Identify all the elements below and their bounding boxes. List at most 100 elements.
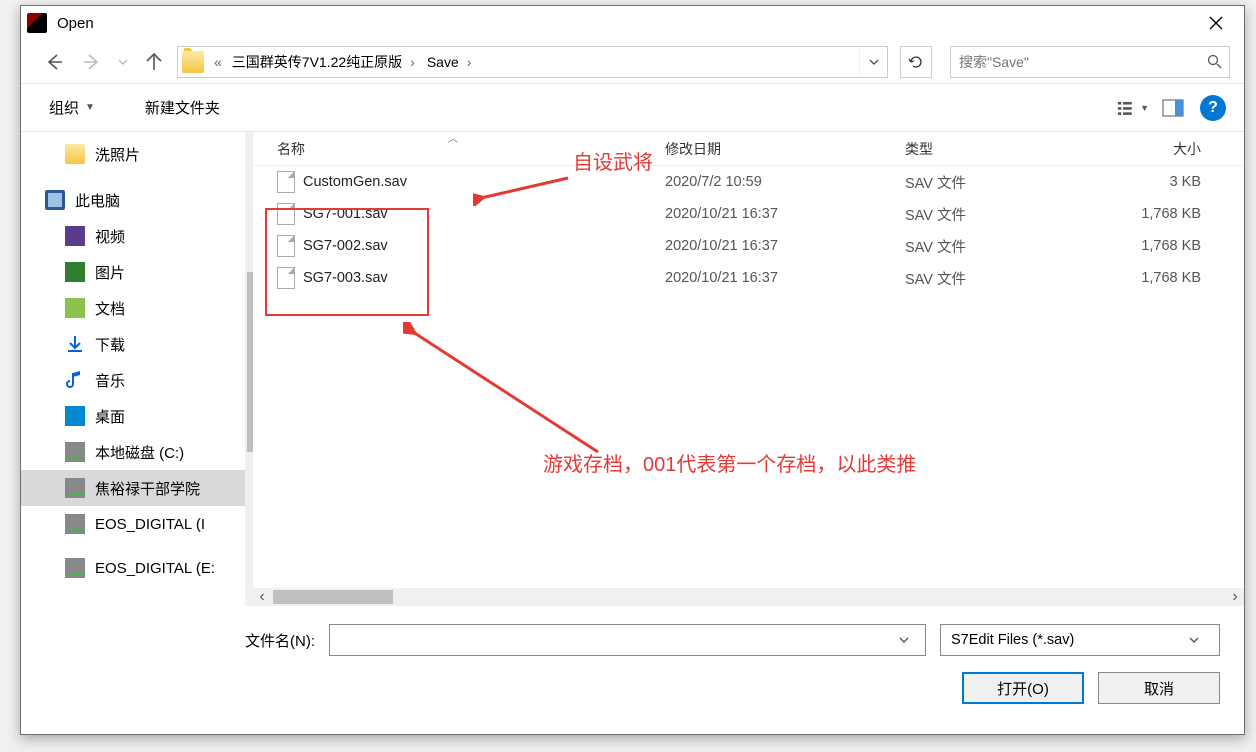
- file-row[interactable]: SG7-001.sav2020/10/21 16:37SAV 文件1,768 K…: [253, 198, 1244, 230]
- help-icon: ?: [1208, 99, 1218, 117]
- close-icon: [1209, 16, 1223, 30]
- preview-pane-icon: [1162, 99, 1184, 117]
- tree-item[interactable]: 本地磁盘 (C:): [21, 434, 252, 470]
- desktop-icon: [65, 406, 85, 426]
- close-button[interactable]: [1193, 8, 1238, 38]
- arrow-left-icon: [45, 53, 63, 71]
- filename-combo[interactable]: [329, 624, 926, 656]
- titlebar: Open: [21, 6, 1244, 40]
- breadcrumb-0[interactable]: 三国群英传7V1.22纯正原版›: [226, 47, 421, 77]
- chevron-down-icon: [869, 57, 879, 67]
- search-input[interactable]: [951, 54, 1199, 70]
- tree-item[interactable]: 文档: [21, 290, 252, 326]
- file-icon: [277, 235, 295, 257]
- chevron-down-icon: [1189, 635, 1209, 645]
- bottom-panel: 文件名(N): S7Edit Files (*.sav) 打开(O) 取消: [21, 606, 1244, 720]
- col-name[interactable]: ︿名称: [253, 132, 653, 165]
- nav-tree: 洗照片 此电脑 视频 图片 文档 下载 音乐 桌面 本地磁盘 (C:) 焦裕禄干…: [21, 132, 253, 606]
- chevron-down-icon: ▼: [85, 102, 95, 113]
- tree-item[interactable]: EOS_DIGITAL (I: [21, 506, 252, 542]
- file-date: 2020/10/21 16:37: [653, 206, 893, 222]
- address-bar[interactable]: « 三国群英传7V1.22纯正原版› Save›: [177, 46, 888, 78]
- cancel-button[interactable]: 取消: [1098, 672, 1220, 704]
- view-options-button[interactable]: ▼: [1116, 93, 1150, 123]
- video-icon: [65, 226, 85, 246]
- breadcrumb-1[interactable]: Save›: [421, 47, 478, 77]
- open-button[interactable]: 打开(O): [962, 672, 1084, 704]
- file-row[interactable]: CustomGen.sav2020/7/2 10:59SAV 文件3 KB: [253, 166, 1244, 198]
- chevron-down-icon: [118, 57, 128, 67]
- file-icon: [277, 203, 295, 225]
- history-dropdown[interactable]: [115, 47, 131, 77]
- forward-button[interactable]: [77, 47, 107, 77]
- help-button[interactable]: ?: [1200, 95, 1226, 121]
- file-type: SAV 文件: [893, 268, 1083, 289]
- folder-icon: [65, 144, 85, 164]
- filename-input[interactable]: [336, 632, 899, 648]
- chevron-down-icon[interactable]: [899, 635, 919, 645]
- annotation-text-2: 游戏存档，001代表第一个存档，以此类推: [543, 448, 916, 477]
- music-icon: [65, 370, 85, 390]
- arrow-up-icon: [145, 53, 163, 71]
- filename-label: 文件名(N):: [45, 630, 315, 651]
- tree-scrollbar[interactable]: [245, 132, 253, 606]
- file-date: 2020/10/21 16:37: [653, 270, 893, 286]
- scrollbar-thumb[interactable]: [273, 590, 393, 604]
- tree-item[interactable]: 此电脑: [21, 182, 252, 218]
- col-type[interactable]: 类型: [893, 132, 1083, 165]
- address-dropdown[interactable]: [859, 47, 887, 77]
- chevron-right-icon: ›: [467, 54, 472, 70]
- file-date: 2020/7/2 10:59: [653, 174, 893, 190]
- file-icon: [277, 267, 295, 289]
- app-icon: [27, 13, 47, 33]
- scroll-left-icon[interactable]: ‹: [253, 588, 271, 606]
- path-prefix: «: [210, 54, 226, 70]
- refresh-icon: [908, 54, 924, 70]
- filename-row: 文件名(N): S7Edit Files (*.sav): [45, 624, 1220, 656]
- file-type: SAV 文件: [893, 236, 1083, 257]
- drive-icon: [65, 442, 85, 462]
- file-name: SG7-001.sav: [303, 206, 388, 222]
- tree-item[interactable]: 下载: [21, 326, 252, 362]
- tree-item[interactable]: 音乐: [21, 362, 252, 398]
- back-button[interactable]: [39, 47, 69, 77]
- file-row[interactable]: SG7-003.sav2020/10/21 16:37SAV 文件1,768 K…: [253, 262, 1244, 294]
- file-size: 1,768 KB: [1083, 238, 1213, 254]
- new-folder-button[interactable]: 新建文件夹: [135, 93, 230, 122]
- search-box[interactable]: [950, 46, 1230, 78]
- nav-row: « 三国群英传7V1.22纯正原版› Save›: [21, 40, 1244, 84]
- horizontal-scrollbar[interactable]: ‹ ›: [253, 588, 1244, 606]
- refresh-button[interactable]: [900, 46, 932, 78]
- col-date[interactable]: 修改日期: [653, 132, 893, 165]
- tree-item[interactable]: 图片: [21, 254, 252, 290]
- arrow-right-icon: [83, 53, 101, 71]
- download-icon: [65, 334, 85, 354]
- up-button[interactable]: [139, 47, 169, 77]
- file-name: SG7-002.sav: [303, 238, 388, 254]
- file-size: 1,768 KB: [1083, 270, 1213, 286]
- tree-item[interactable]: 桌面: [21, 398, 252, 434]
- file-type: SAV 文件: [893, 172, 1083, 193]
- filetype-select[interactable]: S7Edit Files (*.sav): [940, 624, 1220, 656]
- tree-item[interactable]: 视频: [21, 218, 252, 254]
- tree-item[interactable]: 洗照片: [21, 136, 252, 172]
- col-size[interactable]: 大小: [1083, 132, 1213, 165]
- organize-button[interactable]: 组织▼: [39, 93, 105, 122]
- search-icon: [1199, 54, 1229, 69]
- sort-asc-icon: ︿: [448, 130, 458, 145]
- view-list-icon: [1117, 99, 1136, 117]
- open-dialog: Open « 三国群英传7V1.22纯正原版› Save› 组织▼ 新建文件夹 …: [20, 5, 1245, 735]
- document-icon: [65, 298, 85, 318]
- preview-pane-button[interactable]: [1156, 93, 1190, 123]
- tree-item[interactable]: EOS_DIGITAL (E:: [21, 550, 252, 586]
- toolbar: 组织▼ 新建文件夹 ▼ ?: [21, 84, 1244, 132]
- file-icon: [277, 171, 295, 193]
- tree-item[interactable]: 焦裕禄干部学院: [21, 470, 252, 506]
- file-size: 3 KB: [1083, 174, 1213, 190]
- scroll-right-icon[interactable]: ›: [1226, 588, 1244, 606]
- drive-icon: [65, 514, 85, 534]
- file-row[interactable]: SG7-002.sav2020/10/21 16:37SAV 文件1,768 K…: [253, 230, 1244, 262]
- dialog-body: 洗照片 此电脑 视频 图片 文档 下载 音乐 桌面 本地磁盘 (C:) 焦裕禄干…: [21, 132, 1244, 606]
- file-type: SAV 文件: [893, 204, 1083, 225]
- window-title: Open: [57, 15, 1193, 32]
